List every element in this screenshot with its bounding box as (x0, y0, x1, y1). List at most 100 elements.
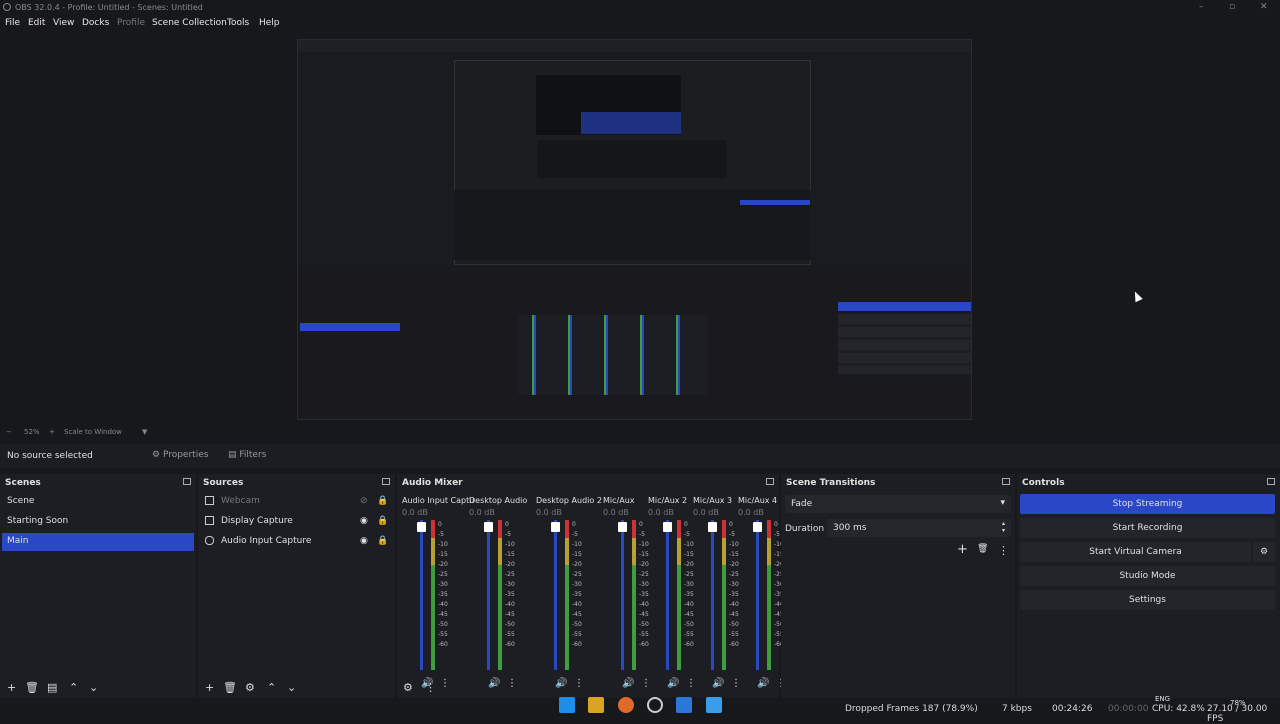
duration-field[interactable]: 300 ms ▴ ▾ (827, 519, 1011, 537)
source-item-display-capture[interactable]: Display Capture ◉ 🔒 (202, 513, 389, 531)
scene-item-scene[interactable]: Scene (2, 493, 194, 511)
bitrate: 7 kbps (1002, 704, 1032, 714)
menu-edit[interactable]: Edit (28, 18, 45, 28)
volume-slider-handle[interactable] (753, 522, 762, 532)
menu-profile[interactable]: Profile (117, 18, 145, 28)
move-up-icon[interactable]: ⌃ (69, 681, 78, 694)
volume-slider-track[interactable] (666, 520, 669, 670)
move-up-icon[interactable]: ⌃ (267, 681, 276, 694)
scene-item-starting-soon[interactable]: Starting Soon (2, 513, 194, 531)
source-item-audio-input[interactable]: Audio Input Capture ◉ 🔒 (202, 533, 389, 551)
eye-icon[interactable]: ◉ (360, 536, 368, 546)
speaker-icon[interactable]: 🔊 (555, 678, 567, 689)
speaker-icon[interactable]: 🔊 (667, 678, 679, 689)
more-icon[interactable]: ⋮ (641, 678, 651, 689)
menu-docks[interactable]: Docks (82, 18, 109, 28)
trash-icon[interactable]: 🗑 (977, 544, 988, 554)
meter-scale: 0 -5 -10 -15 -20 -25 -30 -35 -40 -45 -50 -55 -60 (438, 520, 448, 650)
dock-icon[interactable] (183, 478, 191, 485)
channel-name: Audio Input Captur (402, 496, 474, 505)
volume-slider-track[interactable] (621, 520, 624, 670)
start-virtual-camera-button[interactable]: Start Virtual Camera (1020, 542, 1251, 562)
eye-icon[interactable]: ◉ (360, 516, 368, 526)
dock-icon[interactable] (766, 478, 774, 485)
firefox-icon[interactable] (618, 697, 634, 713)
app-icon[interactable] (706, 697, 722, 713)
studio-mode-button[interactable]: Studio Mode (1020, 566, 1275, 586)
add-icon[interactable]: + (205, 681, 214, 694)
more-icon[interactable]: ⋮ (574, 678, 584, 689)
lock-icon[interactable]: 🔒 (377, 536, 388, 546)
volume-slider-track[interactable] (756, 520, 759, 670)
zoom-mode[interactable]: Scale to Window (64, 428, 122, 436)
lock-icon[interactable]: 🔒 (377, 496, 388, 506)
settings-button[interactable]: Settings (1020, 590, 1275, 610)
trash-icon[interactable]: 🗑 (223, 681, 237, 694)
menu-tools[interactable]: Tools (227, 18, 249, 28)
speaker-icon[interactable]: 🔊 (712, 678, 724, 689)
zoom-out-icon[interactable]: − (6, 428, 12, 436)
volume-slider-handle[interactable] (708, 522, 717, 532)
transition-select[interactable]: Fade ▾ (785, 495, 1011, 513)
move-down-icon[interactable]: ⌄ (287, 681, 296, 694)
source-item-webcam[interactable]: Webcam ⊘ 🔒 (202, 493, 389, 511)
volume-slider-handle[interactable] (663, 522, 672, 532)
eye-hidden-icon[interactable]: ⊘ (360, 496, 368, 506)
zoom-bar: − 52% + Scale to Window ▼ (0, 427, 1280, 439)
start-recording-button[interactable]: Start Recording (1020, 518, 1275, 538)
more-icon[interactable]: ⋮ (440, 678, 450, 689)
stop-streaming-button[interactable]: Stop Streaming (1020, 494, 1275, 514)
scale-tick: -20 (438, 561, 448, 568)
volume-slider-track[interactable] (487, 520, 490, 670)
volume-slider-handle[interactable] (551, 522, 560, 532)
dock-icon[interactable] (382, 478, 390, 485)
zoom-in-icon[interactable]: + (49, 428, 55, 436)
menu-file[interactable]: File (5, 18, 20, 28)
volume-slider-handle[interactable] (618, 522, 627, 532)
add-icon[interactable]: + (957, 542, 968, 557)
obs-icon[interactable] (647, 697, 663, 713)
maximize-icon[interactable]: ▫ (1229, 2, 1235, 12)
volume-slider-handle[interactable] (484, 522, 493, 532)
level-meter (722, 520, 726, 670)
volume-slider-track[interactable] (711, 520, 714, 670)
more-icon[interactable]: ⋮ (507, 678, 517, 689)
add-icon[interactable]: + (7, 681, 16, 694)
move-down-icon[interactable]: ⌄ (89, 681, 98, 694)
minimize-icon[interactable]: – (1199, 2, 1204, 12)
app-icon[interactable] (676, 697, 692, 713)
chevron-down-icon[interactable]: ▼ (142, 428, 147, 436)
dock-icon[interactable] (1002, 478, 1010, 485)
sources-panel: Sources Webcam ⊘ 🔒 Display Capture ◉ 🔒 A… (198, 474, 395, 698)
menu-view[interactable]: View (53, 18, 74, 28)
more-icon[interactable]: ⋮ (731, 678, 741, 689)
more-icon[interactable]: ⋮ (425, 681, 436, 694)
more-icon[interactable]: ⋮ (998, 544, 1009, 557)
filter-icon[interactable]: ▤ (47, 681, 57, 694)
scene-item-main[interactable]: Main (2, 533, 194, 551)
menu-help[interactable]: Help (259, 18, 280, 28)
speaker-icon[interactable]: 🔊 (488, 678, 500, 689)
close-icon[interactable]: ✕ (1260, 2, 1268, 12)
gear-icon[interactable]: ⚙ (245, 681, 255, 694)
volume-slider-track[interactable] (420, 520, 423, 670)
trash-icon[interactable]: 🗑 (25, 681, 39, 694)
virtual-camera-gear-icon[interactable]: ⚙ (1253, 542, 1275, 562)
stepper-icon[interactable]: ▴ ▾ (1002, 520, 1005, 534)
properties-button[interactable]: ⚙ Properties (148, 449, 212, 463)
windows-start-icon[interactable] (559, 697, 575, 713)
speaker-icon[interactable]: 🔊 (622, 678, 634, 689)
lock-icon[interactable]: 🔒 (377, 516, 388, 526)
speaker-icon[interactable]: 🔊 (757, 678, 769, 689)
mixer-settings-icon[interactable]: ⚙ (403, 681, 413, 694)
folder-icon[interactable] (588, 697, 604, 713)
language-indicator[interactable]: ENG (1155, 695, 1170, 703)
menu-scene-collection[interactable]: Scene Collection (152, 18, 227, 28)
volume-slider-handle[interactable] (417, 522, 426, 532)
filters-button[interactable]: ▤ Filters (224, 449, 270, 463)
chevron-down-icon: ▾ (1000, 498, 1005, 508)
volume-slider-track[interactable] (554, 520, 557, 670)
dock-icon[interactable] (1267, 478, 1275, 485)
scale-tick: -10 (438, 541, 448, 548)
more-icon[interactable]: ⋮ (686, 678, 696, 689)
